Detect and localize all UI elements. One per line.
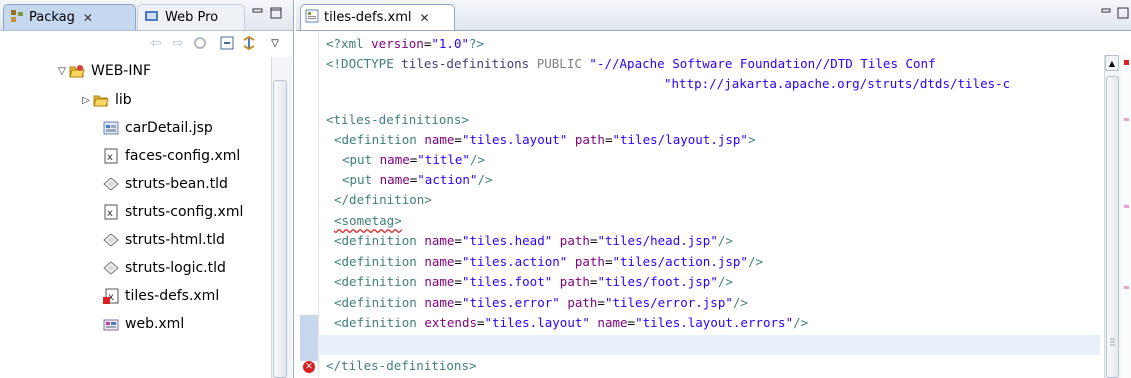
tree-item-label: web.xml [125,316,185,332]
tree-item-label: lib [115,92,132,108]
svg-text:x: x [107,208,113,219]
tab-label: Packag [29,10,75,25]
tree-item-label: struts-config.xml [125,204,244,220]
unknown-tag-error[interactable]: <sometag> [334,213,402,228]
code-line: <definition extends="tiles.layout" name=… [334,315,809,330]
close-icon[interactable]: ✕ [83,11,93,25]
code-line: "http://jakarta.apache.org/struts/dtds/t… [664,76,1011,91]
expanded-arrow-icon[interactable]: ▽ [55,66,69,77]
tab-label: tiles-defs.xml [324,10,412,25]
tree-item-label: struts-logic.tld [125,260,226,276]
forward-arrow-icon[interactable]: ⇨ [170,35,186,51]
code-line: <?xml version="1.0"?> [326,36,485,51]
code-line: <definition name="tiles.layout" path="ti… [334,132,756,147]
link-with-editor-icon[interactable] [241,35,257,51]
collapsed-arrow-icon[interactable]: ▷ [79,95,93,106]
tree-item-cardetail-jsp[interactable]: carDetail.jsp [103,117,213,139]
tree-item-label: struts-bean.tld [125,176,228,192]
tree-item-faces-config-xml[interactable]: x faces-config.xml [103,145,240,167]
package-explorer-toolbar: ⇦ ⇨ ▽ [0,31,293,57]
tree-item-tiles-defs-xml[interactable]: x tiles-defs.xml [103,285,219,307]
collapse-all-icon[interactable] [219,35,235,51]
tree-item-web-xml[interactable]: web.xml [103,313,184,335]
svg-text:x: x [107,152,113,163]
tree-item-struts-config-xml[interactable]: x struts-config.xml [103,201,243,223]
code-line: <definition name="tiles.foot" path="tile… [334,274,733,289]
xml-file-icon [305,9,319,27]
code-line-error: <sometag> [334,211,402,231]
code-line: </definition> [334,192,432,207]
overview-error-mark[interactable] [1124,60,1129,65]
error-marker-icon[interactable]: ✕ [303,361,315,373]
tree-item-struts-logic-tld[interactable]: struts-logic.tld [103,257,226,279]
tree-scrollbar-thumb[interactable] [273,80,287,378]
tab-label: Web Pro [165,10,219,25]
code-line: <put name="action"/> [342,172,493,187]
xml-file-icon: x [103,204,119,220]
web-projects-icon [144,9,160,27]
overview-occurrence-mark[interactable] [1124,118,1129,121]
code-line: <tiles-definitions> [326,112,469,127]
scroll-up-arrow-icon[interactable]: ▲ [1105,55,1119,71]
back-arrow-icon[interactable]: ⇦ [148,35,164,51]
xml-file-icon: x [103,148,119,164]
tree-item-label: WEB-INF [91,63,151,79]
tld-file-icon [103,177,119,192]
minimize-maximize-icon[interactable] [251,6,287,23]
overview-occurrence-mark[interactable] [1124,205,1129,208]
left-tab-bar: Packag ✕ Web Pro [0,0,293,31]
code-line: <definition name="tiles.head" path="tile… [334,233,733,248]
tree-item-label: struts-html.tld [125,232,225,248]
tree-item-label: carDetail.jsp [125,120,213,136]
jsp-file-icon [103,121,119,136]
tab-package-explorer[interactable]: Packag ✕ [3,4,136,30]
overview-ruler[interactable] [1122,55,1131,378]
xml-file-error-icon: x [103,288,119,304]
package-explorer-icon [10,9,24,27]
tree-item-lib[interactable]: ▷ lib [79,89,132,111]
tree-item-label: faces-config.xml [125,148,241,164]
tree-item-web-inf[interactable]: ▽ WEB-INF [55,60,151,82]
view-menu-icon[interactable]: ▽ [267,35,283,51]
tree-item-label: tiles-defs.xml [125,288,220,304]
ruler-highlight [300,315,318,361]
tld-file-icon [103,233,119,248]
code-line: </tiles-definitions> [326,358,477,373]
overview-occurrence-mark[interactable] [1124,286,1129,289]
editor-scrollbar-thumb[interactable] [1106,76,1119,378]
tree-item-struts-html-tld[interactable]: struts-html.tld [103,229,225,251]
code-line: <put name="title"/> [342,152,486,167]
editor-minimize-maximize-icon[interactable] [1100,6,1130,23]
project-tree: ▽ WEB-INF ▷ lib carDetail.jsp x faces-co… [0,57,270,378]
web-xml-icon [103,317,119,332]
code-area[interactable]: <?xml version="1.0"?> <!DOCTYPE tiles-de… [326,34,1098,378]
tab-web-projects[interactable]: Web Pro [137,4,245,30]
up-icon[interactable] [192,35,208,51]
tld-file-icon [103,261,119,276]
code-line: <definition name="tiles.action" path="ti… [334,254,764,269]
tab-tiles-defs-xml[interactable]: tiles-defs.xml ✕ [300,4,455,30]
folder-open-icon [69,64,85,79]
code-line: <definition name="tiles.error" path="til… [334,295,748,310]
close-icon[interactable]: ✕ [419,11,429,25]
tree-item-struts-bean-tld[interactable]: struts-bean.tld [103,173,228,195]
folder-icon [93,93,109,108]
code-line: <!DOCTYPE tiles-definitions PUBLIC "-//A… [326,56,936,71]
